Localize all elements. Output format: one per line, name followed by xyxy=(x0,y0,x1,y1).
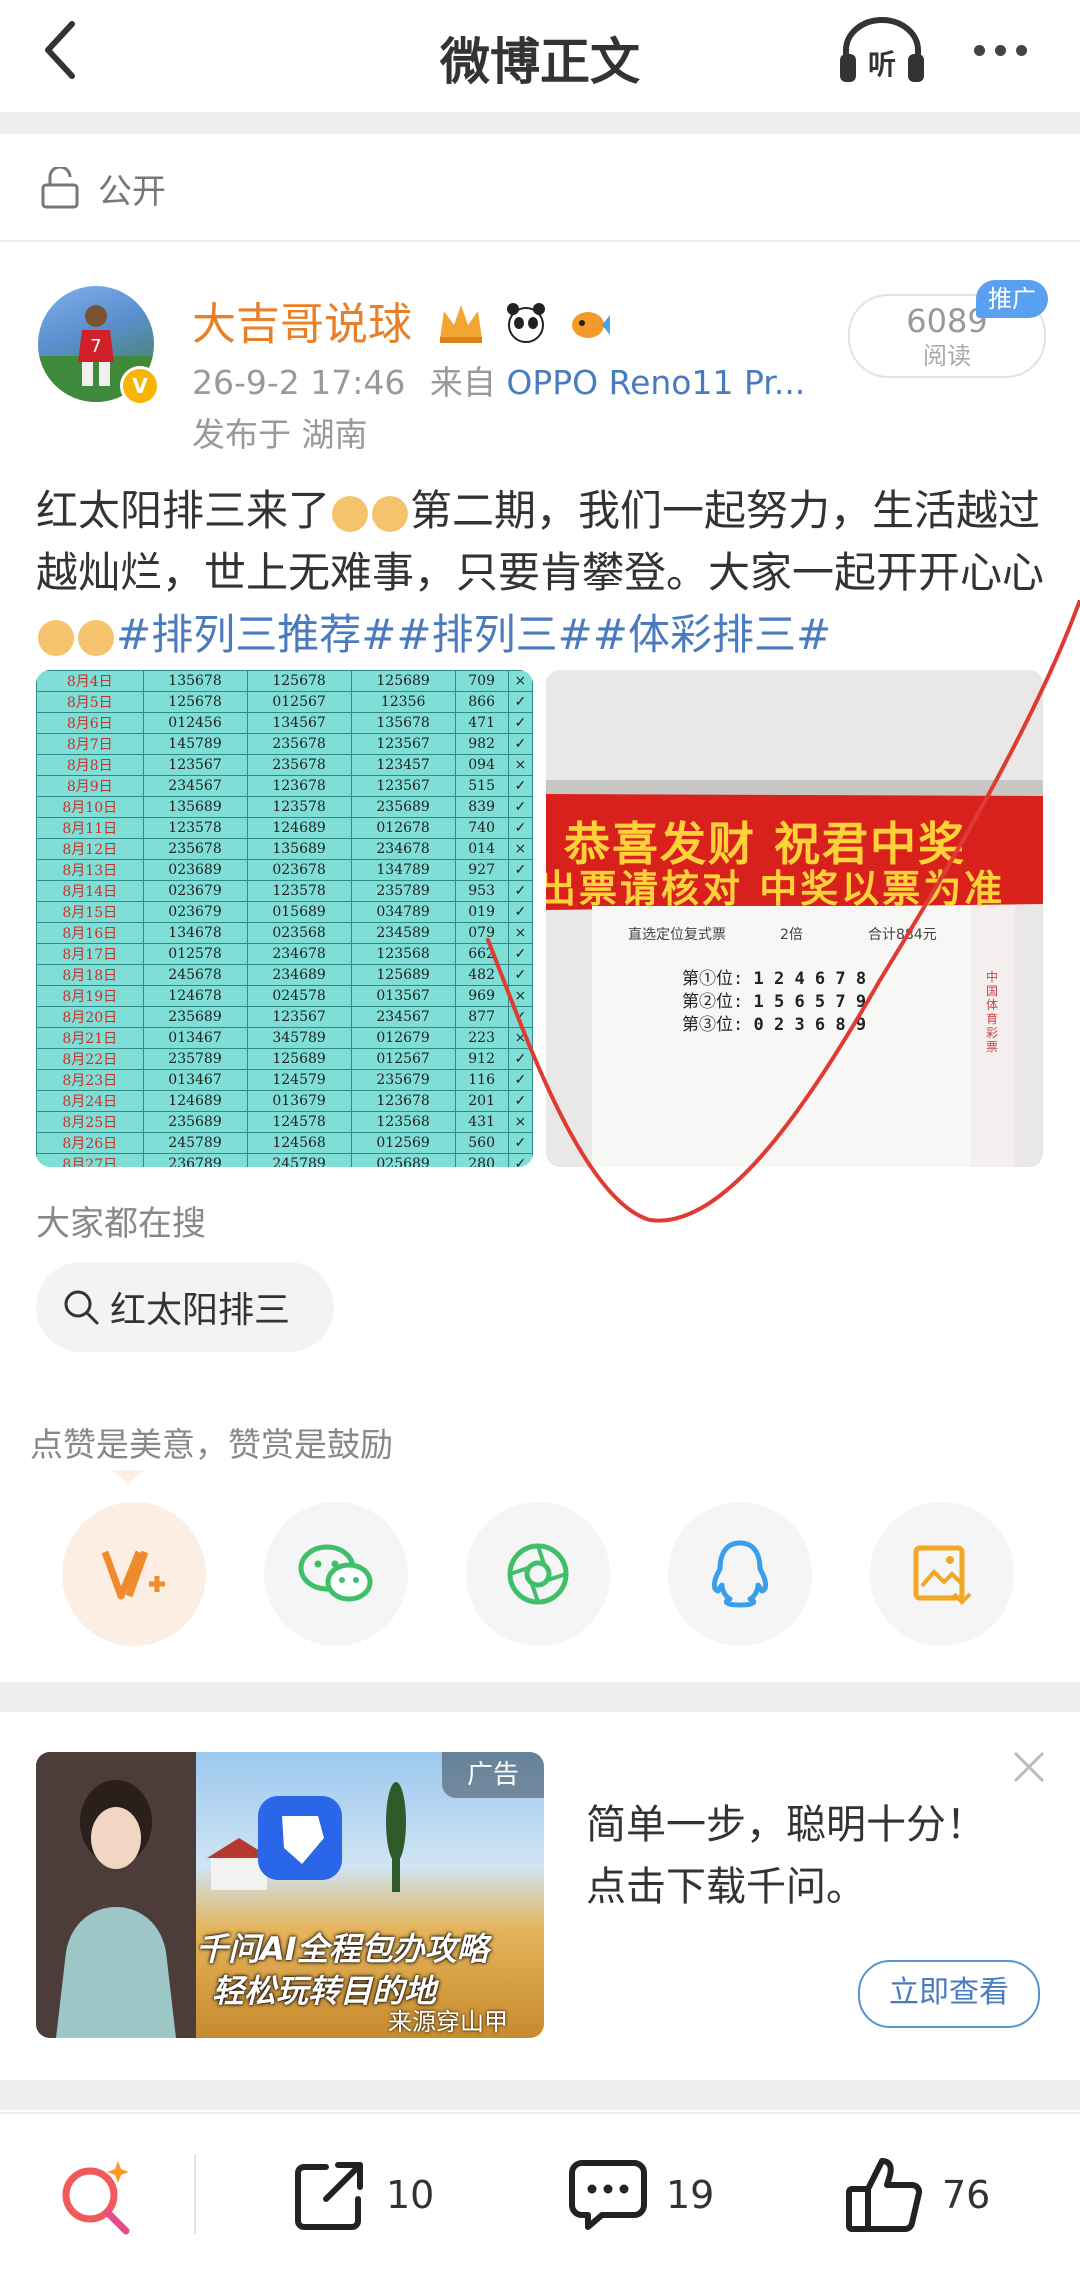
share-qq-button[interactable] xyxy=(668,1502,812,1646)
share-moments-button[interactable] xyxy=(466,1502,610,1646)
post-text-part: 红太阳排三来了 xyxy=(36,486,331,535)
repost-icon xyxy=(295,2162,363,2230)
search-suggestion-chip[interactable]: 红太阳排三 xyxy=(36,1262,334,1352)
post-time: 26-9-2 17:46 xyxy=(192,363,406,402)
panda-badge-icon xyxy=(507,303,545,343)
post-source[interactable]: OPPO Reno11 Pr... xyxy=(506,363,805,402)
ai-search-icon xyxy=(62,2161,130,2235)
headphones-icon: 听 xyxy=(840,17,924,82)
wechat-icon xyxy=(298,1544,373,1602)
post-location: 发布于 湖南 xyxy=(192,415,368,454)
svg-text:听: 听 xyxy=(868,48,896,81)
moments-icon xyxy=(507,1543,569,1605)
save-image-button[interactable] xyxy=(870,1502,1014,1646)
fist-emoji-icon xyxy=(372,495,409,532)
thumbs-up-icon xyxy=(846,2158,923,2232)
crown-badge-icon xyxy=(440,305,482,343)
ad-close-button[interactable] xyxy=(1012,1744,1046,1795)
save-image-icon xyxy=(913,1545,972,1605)
fish-badge-icon xyxy=(572,312,610,338)
visibility-label: 公开 xyxy=(98,171,166,212)
ad-tag: 广告 xyxy=(442,1752,544,1798)
more-dot-icon xyxy=(973,44,985,56)
close-icon xyxy=(1013,1751,1045,1783)
tip-pointer xyxy=(112,1470,144,1484)
reward-tip: 点赞是美意，赞赏是鼓励 xyxy=(30,1425,393,1464)
more-options-button[interactable] xyxy=(960,26,1040,74)
divider xyxy=(0,112,1080,134)
divider xyxy=(0,1682,1080,1712)
ad-credit: 来源穿山甲 xyxy=(388,2008,508,2036)
ad-headline-line2: 点击下载千问。 xyxy=(586,1864,866,1910)
qq-icon xyxy=(711,1540,769,1608)
fist-emoji-icon xyxy=(332,495,369,532)
ad-headline-line1: 简单一步，聪明十分！ xyxy=(586,1802,986,1848)
author-name-row[interactable]: 大吉哥说球 xyxy=(192,288,610,352)
author-name[interactable]: 大吉哥说球 xyxy=(192,299,412,350)
ad-view-button[interactable]: 立即查看 xyxy=(858,1960,1040,2028)
repost-button[interactable]: 10 xyxy=(292,2150,434,2240)
comment-icon xyxy=(569,2160,647,2230)
more-dot-icon xyxy=(1015,44,1027,56)
more-dot-icon xyxy=(994,44,1006,56)
post-meta: 26-9-2 17:46 来自 OPPO Reno11 Pr... xyxy=(192,356,805,404)
promotion-tag: 推广 xyxy=(976,280,1048,318)
ad-caption-1: 千问AI全程包办攻略 xyxy=(196,1930,489,1968)
everyone-search-heading: 大家都在搜 xyxy=(36,1204,206,1244)
like-button[interactable]: 76 xyxy=(844,2150,990,2240)
like-count: 76 xyxy=(942,2173,991,2217)
comment-button[interactable]: 19 xyxy=(568,2150,714,2240)
reward-icon xyxy=(101,1550,165,1600)
read-label: 阅读 xyxy=(923,342,971,370)
ai-search-button[interactable] xyxy=(56,2150,136,2240)
ad-headline[interactable]: 简单一步，聪明十分！ 点击下载千问。 xyxy=(586,1794,1026,1918)
search-chip-label: 红太阳排三 xyxy=(110,1290,291,1331)
svg-text:7: 7 xyxy=(90,336,101,357)
ad-image[interactable]: 广告 千问AI全程包办攻略 轻松玩转目的地 来源穿山甲 xyxy=(36,1752,544,2038)
divider xyxy=(0,2080,1080,2110)
share-wechat-button[interactable] xyxy=(264,1502,408,1646)
bar-separator xyxy=(194,2154,196,2234)
visibility-row: 公开 xyxy=(0,136,1080,242)
verified-badge-icon: V xyxy=(120,366,160,406)
search-icon xyxy=(64,1290,99,1325)
unlock-icon xyxy=(41,167,79,209)
source-prefix: 来自 xyxy=(429,363,496,402)
listen-button[interactable]: 听 xyxy=(836,14,928,86)
red-scribble-annotation xyxy=(486,600,1080,1223)
reward-button[interactable] xyxy=(62,1502,206,1646)
repost-count: 10 xyxy=(386,2173,435,2217)
comment-count: 19 xyxy=(666,2173,715,2217)
